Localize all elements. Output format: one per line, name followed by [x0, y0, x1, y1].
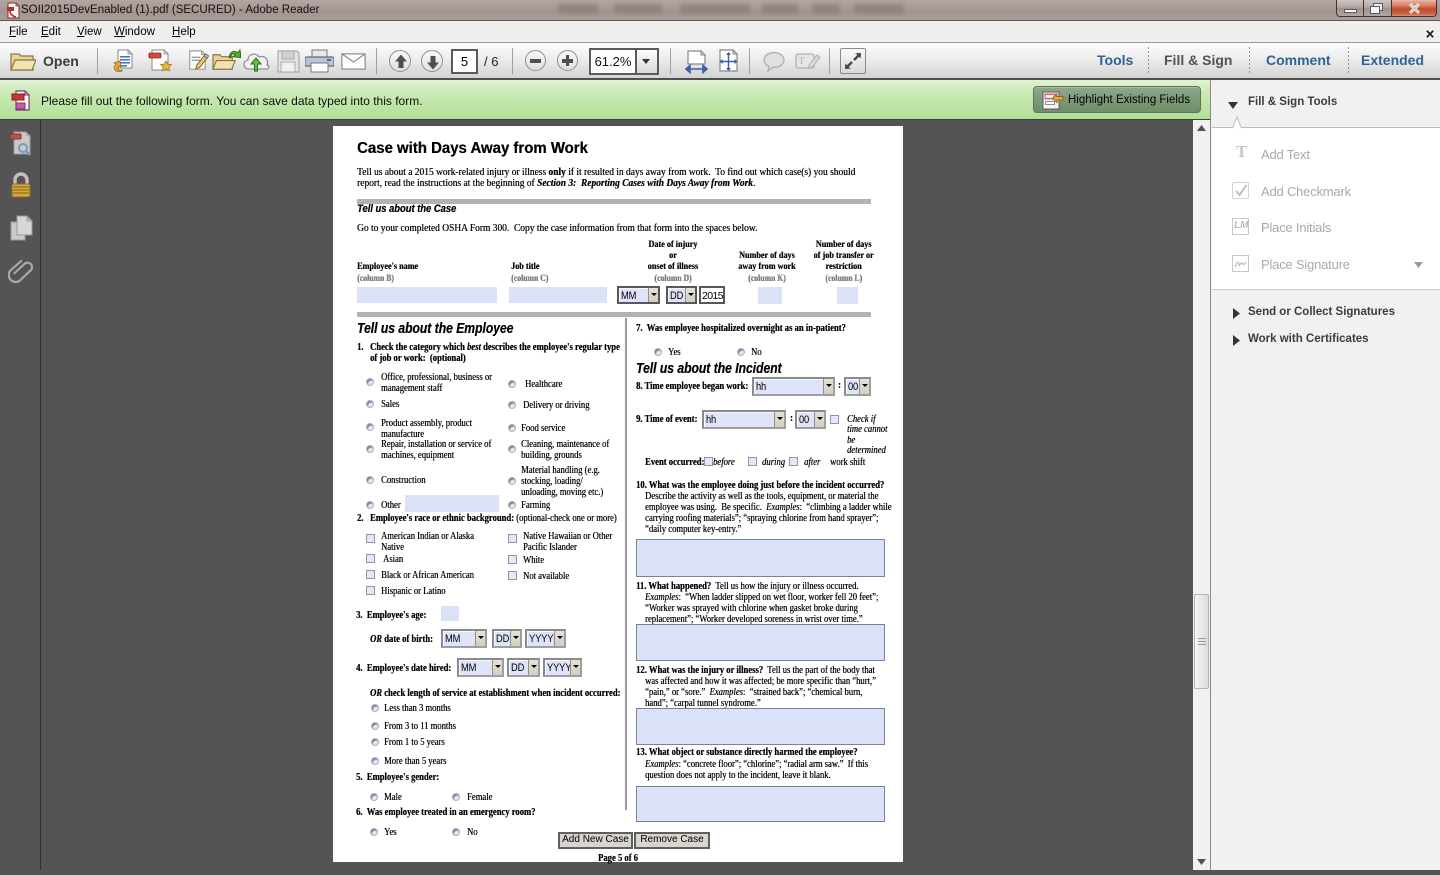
svg-text:T: T — [799, 56, 805, 66]
